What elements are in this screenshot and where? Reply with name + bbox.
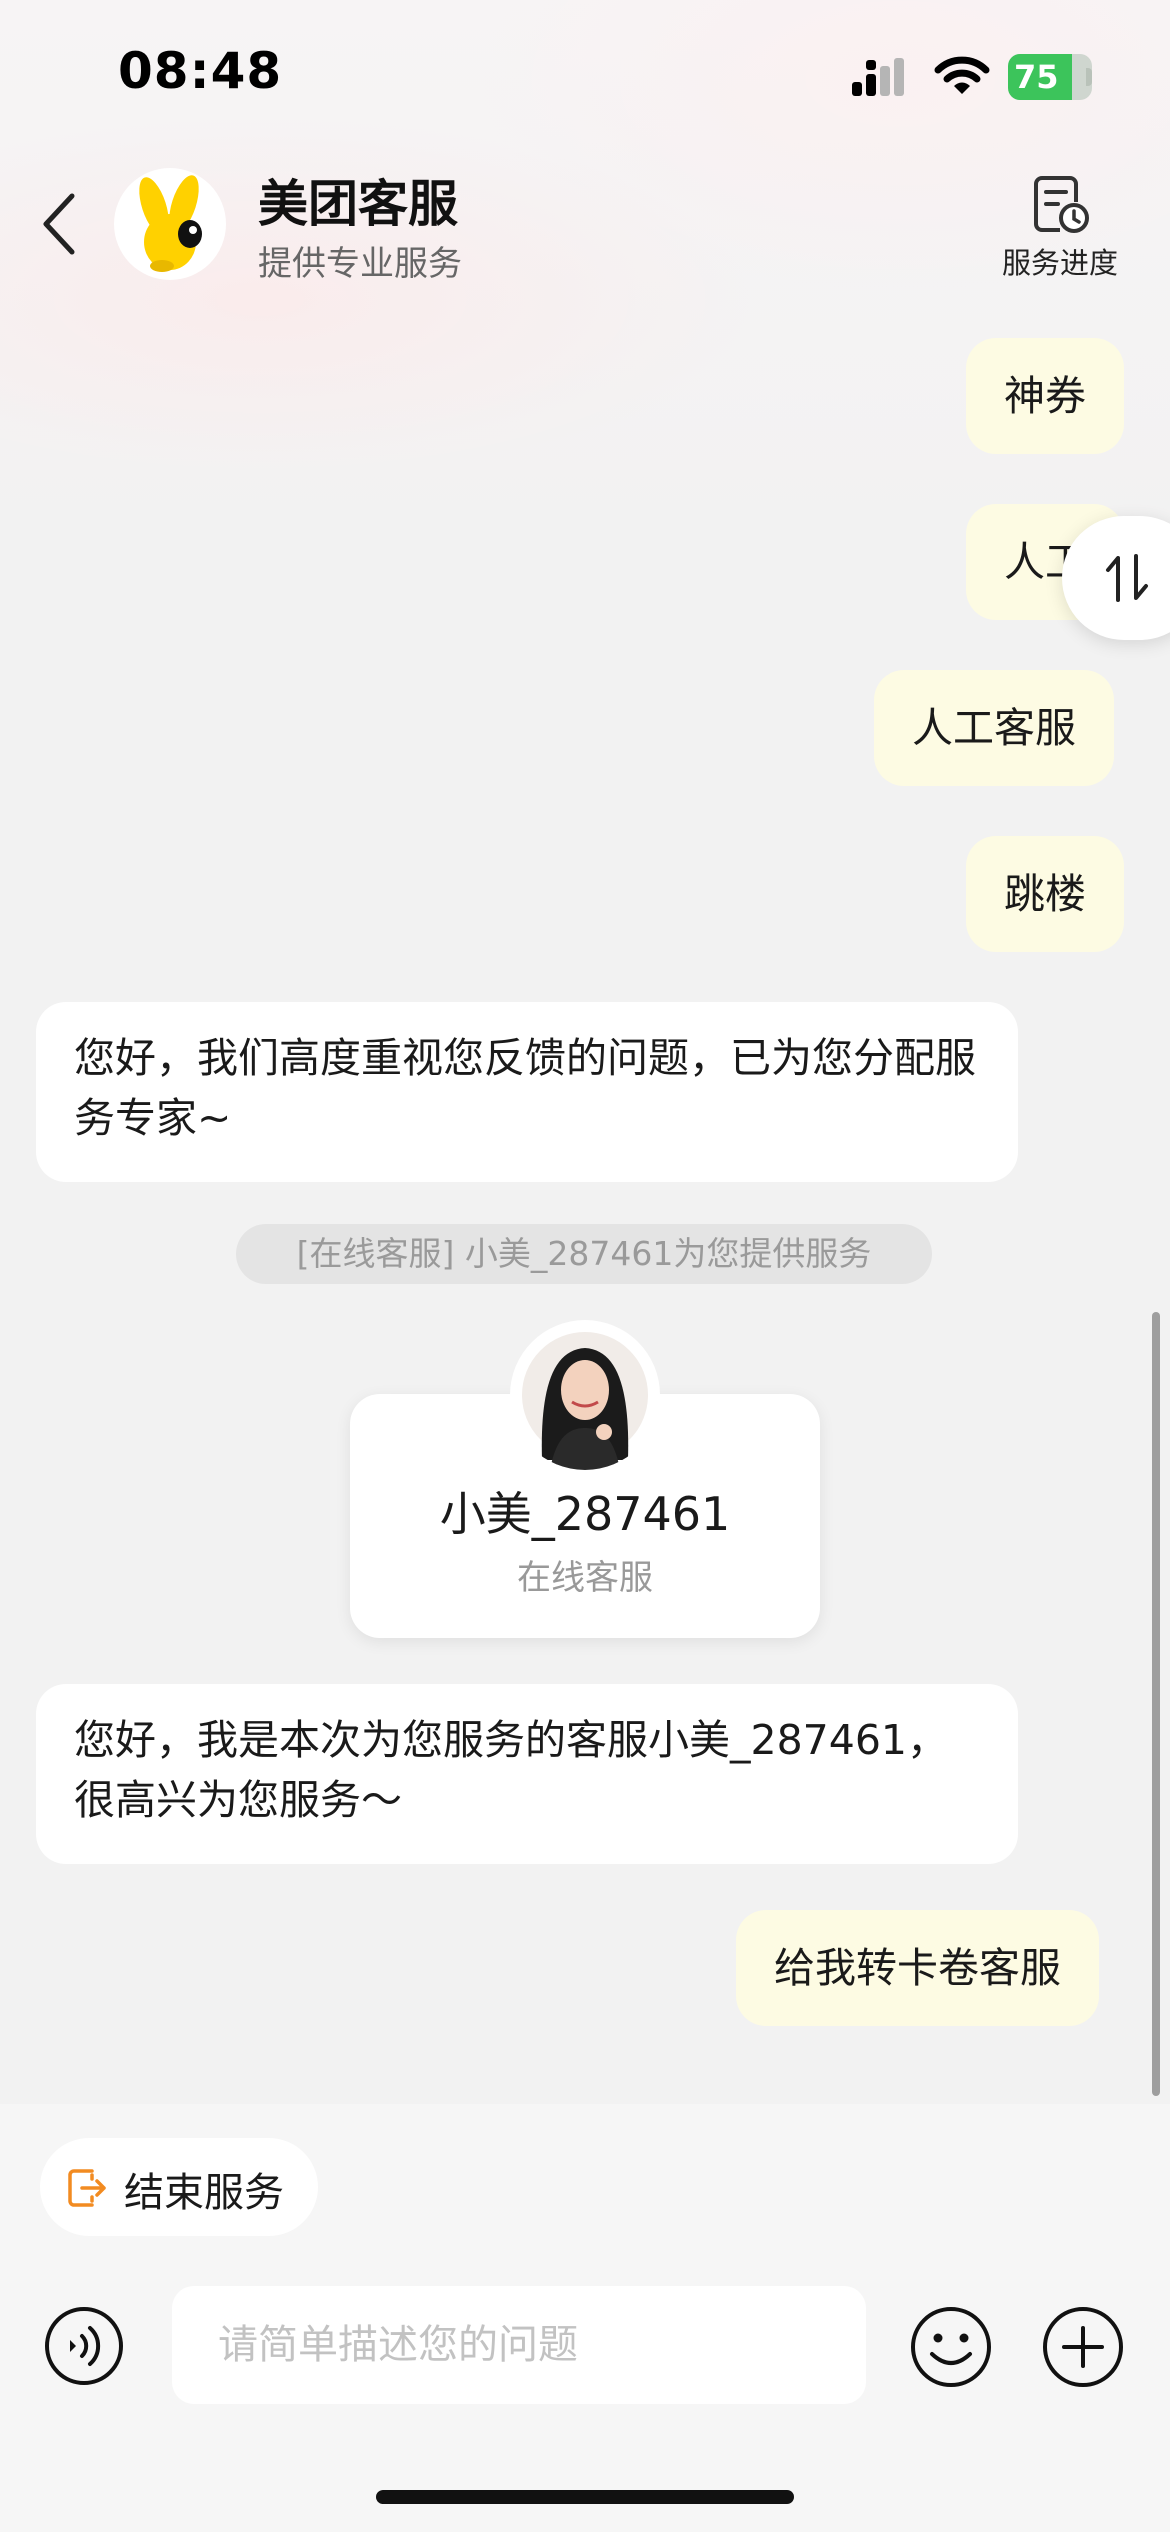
battery-indicator: 75 (1008, 54, 1092, 100)
agent-name: 小美_287461 (439, 1487, 731, 1541)
scroll-toggle-button[interactable] (1062, 516, 1170, 640)
user-message: 神券 (966, 338, 1124, 454)
agent-avatar (510, 1320, 660, 1470)
end-service-label: 结束服务 (124, 2170, 284, 2216)
swap-vertical-icon (1106, 554, 1148, 602)
end-service-button[interactable]: 结束服务 (40, 2138, 318, 2236)
document-clock-icon (1034, 176, 1089, 233)
home-indicator (376, 2490, 794, 2504)
scrollbar[interactable] (1152, 1312, 1160, 2096)
cellular-signal-icon (852, 58, 904, 96)
plus-circle-icon[interactable] (1040, 2304, 1126, 2390)
voice-icon[interactable] (42, 2304, 126, 2388)
service-progress-button[interactable]: 服务进度 (990, 172, 1130, 282)
agent-role: 在线客服 (517, 1558, 653, 1598)
service-progress-label: 服务进度 (1001, 246, 1118, 280)
exit-icon (68, 2169, 106, 2207)
system-notice: [在线客服] 小美_287461为您提供服务 (236, 1224, 932, 1284)
agent-message: 您好，我是本次为您服务的客服小美_287461，很高兴为您服务～ (36, 1684, 1018, 1864)
smiley-icon[interactable] (908, 2304, 994, 2390)
agent-message: 您好，我们高度重视您反馈的问题，已为您分配服务专家~ (36, 1002, 1018, 1182)
user-message: 人工客服 (874, 670, 1114, 786)
user-message: 跳楼 (966, 836, 1124, 952)
page-subtitle: 提供专业服务 (258, 244, 462, 284)
battery-level: 75 (1014, 58, 1059, 96)
kangaroo-mascot-icon (139, 175, 202, 272)
wifi-icon (934, 56, 990, 94)
meituan-logo-avatar (114, 168, 226, 280)
status-time: 08:48 (118, 42, 283, 100)
chevron-left-icon[interactable] (40, 192, 76, 256)
message-input[interactable] (172, 2286, 866, 2404)
user-message: 给我转卡卷客服 (736, 1910, 1099, 2026)
page-title: 美团客服 (258, 175, 458, 233)
